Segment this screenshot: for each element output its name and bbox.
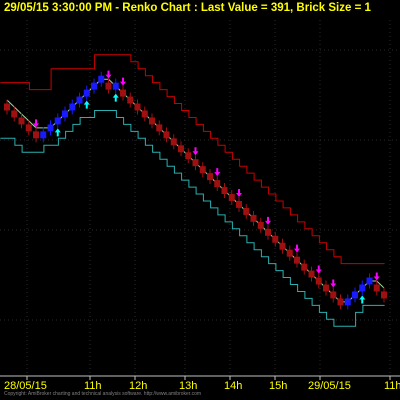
down-brick xyxy=(265,228,271,236)
sell-arrow-icon xyxy=(192,147,199,156)
sell-arrow-icon xyxy=(294,244,300,253)
buy-arrow-icon xyxy=(359,295,366,304)
down-brick xyxy=(120,89,126,97)
up-brick xyxy=(40,131,47,139)
down-brick xyxy=(141,110,148,118)
renko-bricks xyxy=(4,71,387,310)
up-brick xyxy=(344,298,351,306)
down-brick xyxy=(373,284,380,292)
down-brick xyxy=(272,235,279,243)
down-brick xyxy=(11,110,18,118)
grid xyxy=(0,20,400,377)
up-brick xyxy=(352,291,358,299)
down-brick xyxy=(221,187,228,195)
down-brick xyxy=(279,242,286,250)
down-brick xyxy=(228,194,235,201)
down-brick xyxy=(315,277,322,285)
x-tick-label: 15h xyxy=(269,380,287,392)
down-brick xyxy=(323,284,329,292)
buy-arrow-icon xyxy=(112,93,119,102)
down-brick xyxy=(236,200,242,208)
down-brick xyxy=(25,124,32,132)
up-brick xyxy=(62,110,68,118)
x-tick-label: 29/05/15 xyxy=(308,380,351,392)
sell-arrow-icon xyxy=(120,77,126,86)
x-axis: 28/05/15 11h 12h 13h 14h 15h 29/05/15 11h xyxy=(4,376,400,392)
sell-arrow-icon xyxy=(373,272,380,281)
up-brick xyxy=(76,96,83,104)
sell-arrow-icon xyxy=(330,279,337,288)
down-brick xyxy=(207,173,213,181)
x-tick-label: 14h xyxy=(224,380,242,392)
down-brick xyxy=(134,103,141,111)
down-brick xyxy=(149,117,155,125)
renko-chart: 28/05/15 11h 12h 13h 14h 15h 29/05/15 11h xyxy=(0,20,400,392)
up-brick xyxy=(47,124,54,132)
down-brick xyxy=(178,145,184,153)
down-brick xyxy=(33,131,39,139)
sell-arrow-icon xyxy=(265,216,271,225)
down-brick xyxy=(105,82,112,90)
down-brick xyxy=(308,270,315,278)
x-tick-label: 11h xyxy=(384,380,400,392)
up-brick xyxy=(98,75,105,83)
chart-title: 29/05/15 3:30:00 PM - Renko Chart : Last… xyxy=(4,2,371,14)
down-brick xyxy=(381,291,387,299)
down-brick xyxy=(214,180,221,188)
down-brick xyxy=(301,263,308,271)
down-brick xyxy=(257,221,264,229)
lower-band-line xyxy=(0,110,385,327)
down-brick xyxy=(243,207,250,215)
up-brick xyxy=(91,82,97,90)
down-brick xyxy=(127,96,134,104)
up-brick xyxy=(69,103,76,111)
sell-arrow-icon xyxy=(236,188,242,197)
down-brick xyxy=(163,131,170,139)
up-brick xyxy=(54,117,61,125)
up-brick xyxy=(112,82,119,90)
down-brick xyxy=(156,124,163,132)
sell-arrow-icon xyxy=(105,70,112,79)
up-brick xyxy=(366,277,373,285)
down-brick xyxy=(4,103,10,111)
buy-arrow-icon xyxy=(83,100,90,109)
down-brick xyxy=(330,291,337,299)
down-brick xyxy=(185,152,192,160)
down-brick xyxy=(170,138,177,146)
down-brick xyxy=(199,166,206,174)
buy-arrow-icon xyxy=(54,128,61,137)
up-brick xyxy=(359,284,366,292)
sell-arrow-icon xyxy=(214,168,221,177)
down-brick xyxy=(192,159,199,167)
sell-arrow-icon xyxy=(315,265,322,274)
down-brick xyxy=(286,249,293,257)
down-brick xyxy=(250,214,257,222)
down-brick xyxy=(294,256,300,264)
signal-arrows xyxy=(33,70,380,304)
down-brick xyxy=(18,117,25,125)
down-brick xyxy=(337,298,344,306)
up-brick xyxy=(83,89,90,97)
copyright-text: Copyright: AmiBroker charting and techni… xyxy=(4,391,202,397)
